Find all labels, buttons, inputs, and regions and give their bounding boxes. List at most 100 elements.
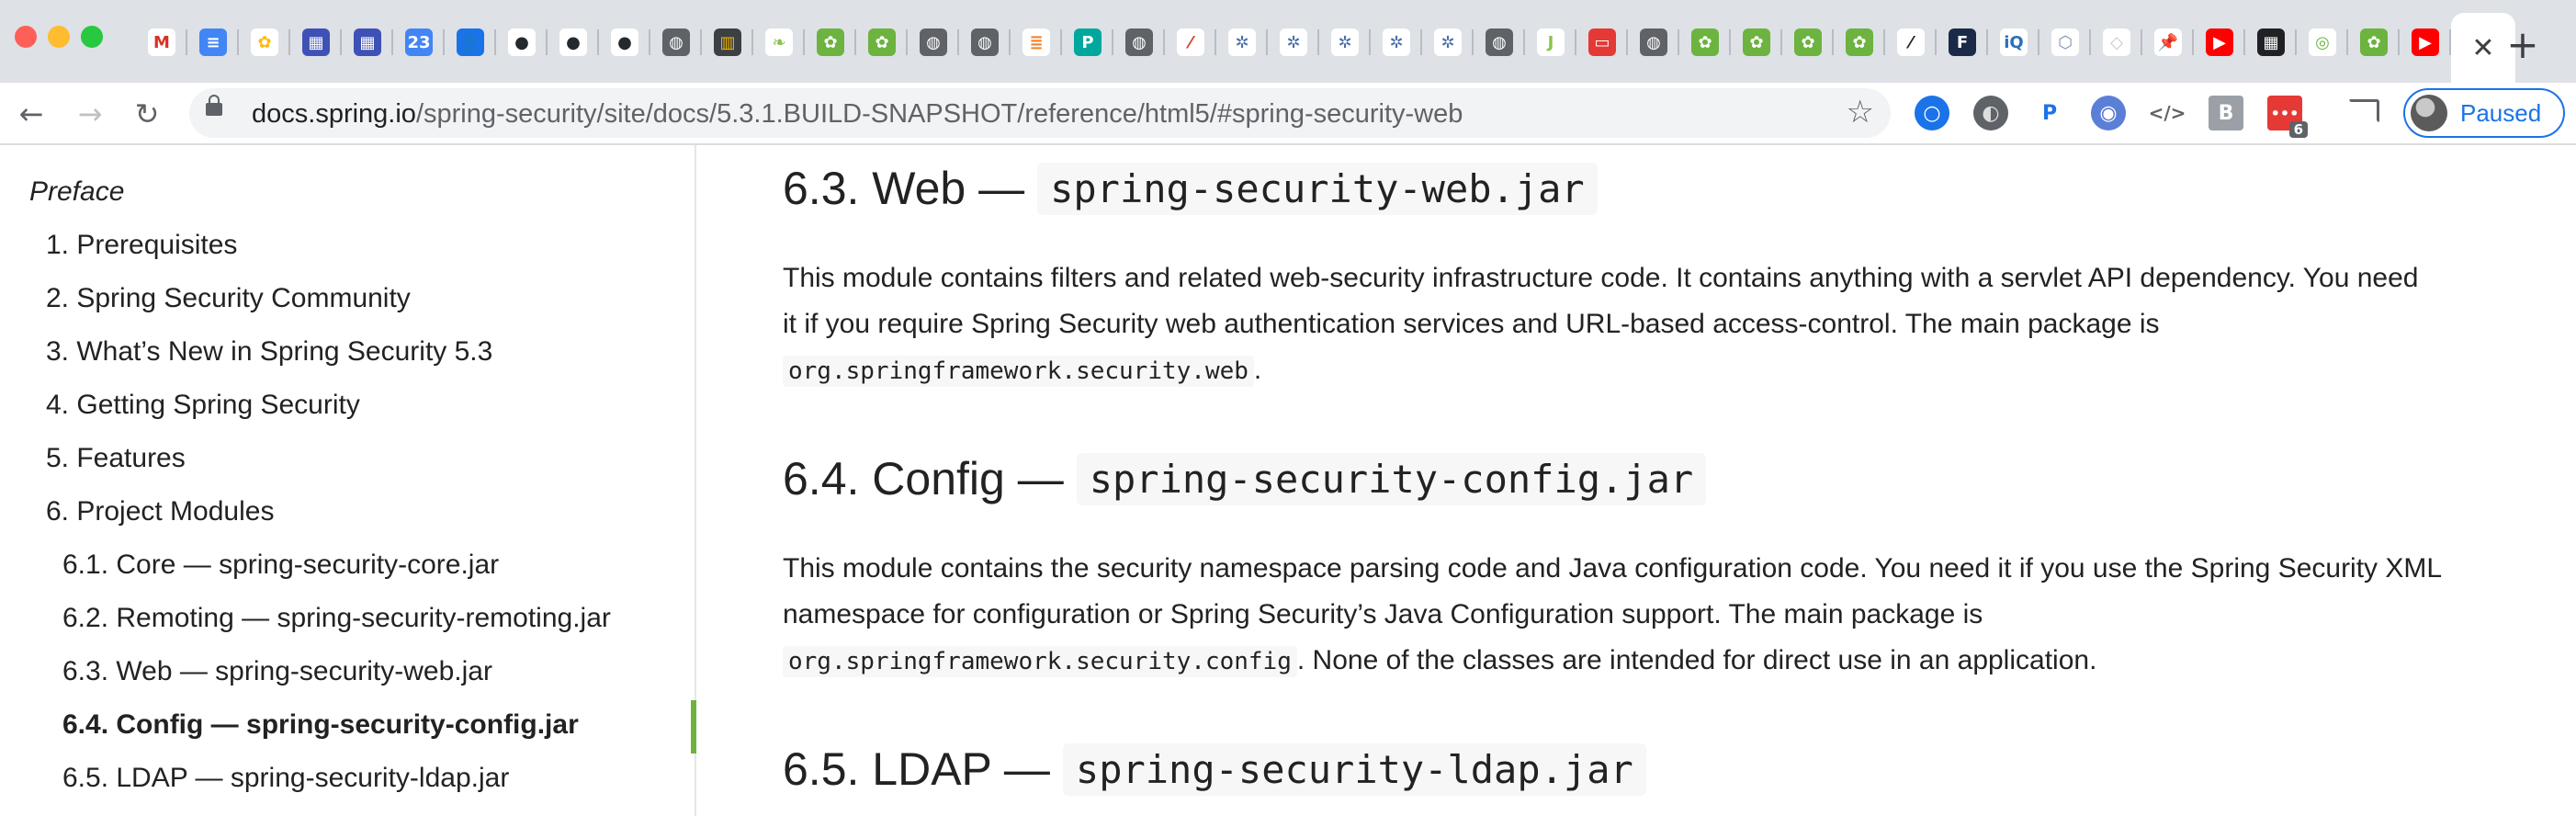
browser-tab[interactable]: ◇ bbox=[2091, 13, 2142, 72]
pin-icon: 📌 bbox=[2154, 28, 2182, 56]
window-minimize-button[interactable] bbox=[48, 26, 70, 48]
browser-tab[interactable]: ⬡ bbox=[2039, 13, 2091, 72]
section-heading-config: 6.4. Config — spring-security-config.jar bbox=[783, 452, 1707, 505]
browser-tab[interactable]: ✿ bbox=[856, 13, 908, 72]
url-text[interactable]: docs.spring.io/spring-security/site/docs… bbox=[252, 99, 1463, 130]
browser-tab[interactable]: ✿ bbox=[805, 13, 856, 72]
address-bar[interactable]: docs.spring.io/spring-security/site/docs… bbox=[189, 88, 1891, 138]
new-tab-button[interactable]: + bbox=[2501, 22, 2545, 67]
browser-tab[interactable]: M bbox=[136, 13, 187, 72]
github-icon: ● bbox=[611, 28, 638, 56]
toc-item-preface[interactable]: Preface bbox=[29, 176, 124, 208]
browser-tab[interactable]: ✿ bbox=[2348, 13, 2400, 72]
slash-icon: ⁄ bbox=[1897, 28, 1925, 56]
browser-tab[interactable]: ❧ bbox=[753, 13, 805, 72]
browser-tab[interactable]: 23 bbox=[393, 13, 445, 72]
stackoverflow-icon: ≣ bbox=[1022, 28, 1050, 56]
browser-tab[interactable]: ▶ bbox=[2194, 13, 2245, 72]
extension-moon-icon[interactable]: ◐ bbox=[1973, 96, 2008, 130]
extension-swirl-icon[interactable]: ◉ bbox=[2091, 96, 2126, 130]
browser-tab[interactable]: ◍ bbox=[650, 13, 702, 72]
browser-tab[interactable]: ✲ bbox=[1216, 13, 1268, 72]
globe-icon: ◍ bbox=[662, 28, 690, 56]
toc-item-features[interactable]: 5. Features bbox=[46, 443, 186, 474]
extension-p-icon[interactable]: P bbox=[2032, 96, 2067, 130]
extension-circle-icon[interactable]: ○ bbox=[1915, 96, 1949, 130]
profile-button[interactable]: Paused bbox=[2403, 88, 2565, 138]
package-code: org.springframework.security.web bbox=[783, 356, 1254, 387]
browser-tab[interactable]: ◍ bbox=[1474, 13, 1525, 72]
browser-tab[interactable]: ✿ bbox=[1679, 13, 1731, 72]
section-jar-name: spring-security-ldap.jar bbox=[1062, 742, 1646, 796]
globe-icon: ◍ bbox=[1125, 28, 1153, 56]
browser-tab[interactable]: ● bbox=[496, 13, 548, 72]
package-code: org.springframework.security.config bbox=[783, 646, 1297, 677]
forward-button[interactable]: → bbox=[70, 94, 110, 134]
browser-tab[interactable]: ✿ bbox=[239, 13, 290, 72]
bookmark-star-icon[interactable]: ☆ bbox=[1847, 94, 1874, 130]
browser-tab[interactable]: ≡ bbox=[187, 13, 239, 72]
paragraph-tail: . None of the classes are intended for d… bbox=[1296, 645, 2097, 675]
browser-tab[interactable]: ◍ bbox=[1113, 13, 1165, 72]
extension-code-icon[interactable]: </> bbox=[2149, 96, 2186, 130]
tab-strip: M ≡ ✿ ▦ ▦ 23 👤 ● ● ● ◍ ▥ ❧ ✿ ✿ ◍ ◍ ≣ P ◍ ⁄ ✲ ✲ ✲ ✲ ✲ ◍ J ▭ ◍ ✿ ✿ ✿ ✿ ⁄ FiQ ⬡… bbox=[0, 0, 2576, 83]
browser-tab[interactable]: ▦ bbox=[342, 13, 393, 72]
browser-tab[interactable]: ▦ bbox=[2245, 13, 2297, 72]
browser-tab[interactable]: ✲ bbox=[1422, 13, 1474, 72]
toc-item-whats-new[interactable]: 3. What’s New in Spring Security 5.3 bbox=[46, 336, 492, 368]
browser-tab[interactable]: ✲ bbox=[1268, 13, 1319, 72]
browser-tab[interactable]: ◍ bbox=[908, 13, 959, 72]
section-heading-ldap: 6.5. LDAP — spring-security-ldap.jar bbox=[783, 742, 1646, 796]
lock-icon[interactable] bbox=[206, 95, 222, 116]
toc-item-prerequisites[interactable]: 1. Prerequisites bbox=[46, 230, 237, 261]
toc-subitem-core[interactable]: 6.1. Core — spring-security-core.jar bbox=[62, 550, 499, 581]
browser-tab[interactable]: ✿ bbox=[1834, 13, 1885, 72]
browser-tab[interactable]: ▭ bbox=[1576, 13, 1628, 72]
paragraph-tail: . bbox=[1253, 355, 1262, 385]
section-jar-name: spring-security-config.jar bbox=[1076, 452, 1707, 505]
toc-item-getting-spring-security[interactable]: 4. Getting Spring Security bbox=[46, 390, 360, 421]
back-button[interactable]: ← bbox=[11, 94, 51, 134]
browser-tab[interactable]: P bbox=[1062, 13, 1113, 72]
section-paragraph-config: This module contains the security namesp… bbox=[783, 546, 2442, 685]
browser-tab[interactable]: ◎ bbox=[2297, 13, 2348, 72]
browser-tab[interactable]: ✲ bbox=[1371, 13, 1422, 72]
extension-badge-icon[interactable]: ••• 6 bbox=[2267, 96, 2308, 138]
browser-tab[interactable]: 📌 bbox=[2142, 13, 2194, 72]
google-contacts-icon: 👤 bbox=[457, 28, 484, 56]
cast-icon[interactable] bbox=[2348, 99, 2379, 123]
spring-icon: ✿ bbox=[2360, 28, 2388, 56]
browser-tab[interactable]: ✿ bbox=[1731, 13, 1782, 72]
globe-icon: ◍ bbox=[1640, 28, 1667, 56]
toc-item-project-modules[interactable]: 6. Project Modules bbox=[46, 496, 274, 527]
browser-tab[interactable]: iQ bbox=[1988, 13, 2039, 72]
browser-tab[interactable]: ◍ bbox=[1628, 13, 1679, 72]
toc-item-community[interactable]: 2. Spring Security Community bbox=[46, 283, 411, 314]
window-zoom-button[interactable] bbox=[81, 26, 103, 48]
section-paragraph-web: This module contains filters and related… bbox=[783, 255, 2418, 394]
toc-subitem-web[interactable]: 6.3. Web — spring-security-web.jar bbox=[62, 656, 492, 687]
browser-tab[interactable]: 👤 bbox=[445, 13, 496, 72]
browser-tab[interactable]: ⁄ bbox=[1885, 13, 1937, 72]
browser-tab[interactable]: ● bbox=[599, 13, 650, 72]
toc-subitem-config-active[interactable]: 6.4. Config — spring-security-config.jar bbox=[62, 709, 579, 741]
reload-button[interactable]: ↻ bbox=[127, 94, 167, 134]
browser-tab[interactable]: F bbox=[1937, 13, 1988, 72]
close-tab-icon[interactable]: ✕ bbox=[2471, 32, 2494, 64]
calendar-grid-icon: ▦ bbox=[354, 28, 381, 56]
browser-tab[interactable]: ✲ bbox=[1319, 13, 1371, 72]
browser-tab[interactable]: ◍ bbox=[959, 13, 1011, 72]
browser-tab[interactable]: ▥ bbox=[702, 13, 753, 72]
browser-tab[interactable]: ● bbox=[548, 13, 599, 72]
window-close-button[interactable] bbox=[15, 26, 37, 48]
google-docs-icon: ≡ bbox=[199, 28, 227, 56]
toc-subitem-ldap[interactable]: 6.5. LDAP — spring-security-ldap.jar bbox=[62, 763, 509, 794]
extension-b-icon[interactable]: B bbox=[2209, 96, 2243, 130]
browser-tab[interactable]: ≣ bbox=[1011, 13, 1062, 72]
browser-tab[interactable]: ▦ bbox=[290, 13, 342, 72]
toc-subitem-remoting[interactable]: 6.2. Remoting — spring-security-remoting… bbox=[62, 603, 611, 634]
browser-tab[interactable]: ⁄ bbox=[1165, 13, 1216, 72]
browser-tab[interactable]: ✿ bbox=[1782, 13, 1834, 72]
browser-tab[interactable]: ▶ bbox=[2400, 13, 2451, 72]
browser-tab[interactable]: J bbox=[1525, 13, 1576, 72]
